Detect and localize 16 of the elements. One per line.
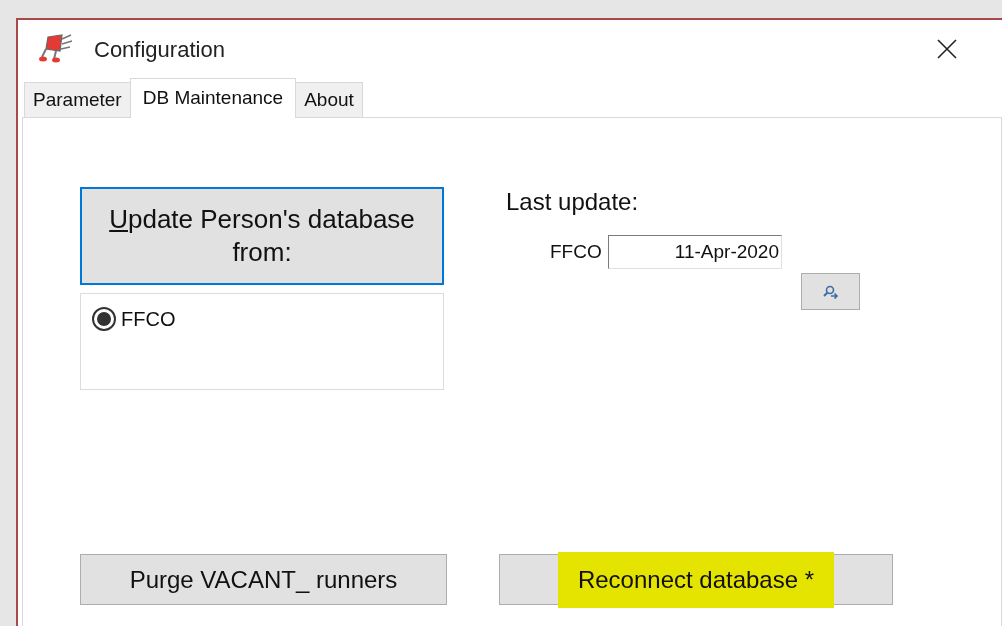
close-button[interactable] <box>936 38 958 60</box>
radio-button[interactable] <box>91 306 117 332</box>
tab[interactable]: About <box>295 82 363 118</box>
date-field[interactable]: 11-Apr-2020 <box>608 235 782 269</box>
radio-label: FFCO <box>121 307 176 332</box>
search-arrow-icon <box>822 284 839 299</box>
runner-logo-icon <box>38 33 74 65</box>
tab[interactable]: DB Maintenance <box>129 78 297 118</box>
action-button[interactable]: Reconnect database * <box>499 554 893 605</box>
close-icon <box>937 39 957 59</box>
action-button[interactable]: Purge VACANT_ runners <box>80 554 447 605</box>
tab[interactable]: Parameter <box>24 82 131 118</box>
update-database-button[interactable]: Update Person's database from: <box>80 187 444 285</box>
window-title: Configuration <box>94 35 225 64</box>
last-update-label: Last update: <box>506 187 640 217</box>
source-label: FFCO <box>550 239 603 264</box>
